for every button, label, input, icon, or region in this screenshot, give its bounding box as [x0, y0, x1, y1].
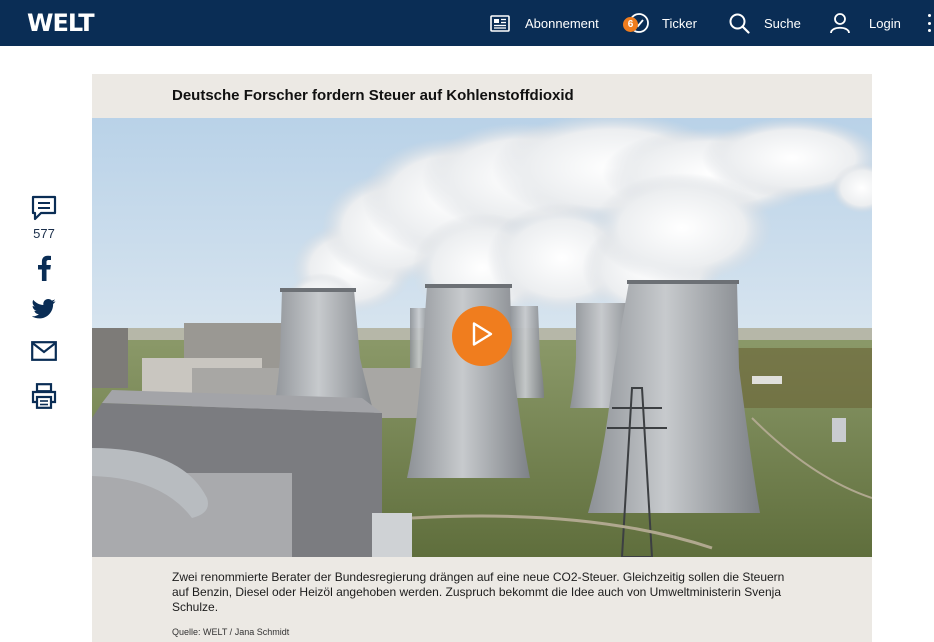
nav-abonnement[interactable]: Abonnement [490, 0, 599, 46]
clock-icon: 6 [623, 12, 650, 34]
mail-icon [31, 340, 57, 366]
video-player[interactable] [92, 118, 872, 557]
welt-logo[interactable]: WELT [27, 9, 95, 37]
print-icon [31, 382, 57, 414]
menu-icon[interactable] [928, 14, 934, 32]
video-caption: Zwei renommierte Berater der Bundesregie… [172, 570, 785, 614]
article-teaser: Deutsche Forscher fordern Steuer auf Koh… [92, 74, 872, 642]
comment-count[interactable]: 577 [22, 226, 66, 241]
search-icon [729, 13, 750, 34]
twitter-icon [31, 298, 56, 324]
play-button[interactable] [452, 306, 512, 366]
ticker-badge: 6 [623, 17, 638, 32]
play-icon [470, 321, 494, 352]
print-button[interactable] [28, 382, 60, 414]
article-headline[interactable]: Deutsche Forscher fordern Steuer auf Koh… [172, 87, 574, 104]
user-icon [829, 12, 851, 34]
comments-button[interactable] [28, 194, 60, 227]
nav-suche-label: Suche [764, 15, 801, 31]
facebook-share-button[interactable] [28, 255, 60, 286]
nav-login-label: Login [869, 15, 901, 31]
nav-login[interactable]: Login [829, 0, 901, 46]
nav-ticker-label: Ticker [662, 15, 697, 31]
facebook-icon [36, 255, 52, 286]
nav-abonnement-label: Abonnement [525, 15, 599, 31]
comment-icon [30, 194, 58, 227]
video-source: Quelle: WELT / Jana Schmidt [172, 627, 290, 637]
nav-suche[interactable]: Suche [729, 0, 801, 46]
nav-ticker[interactable]: 6 Ticker [623, 0, 697, 46]
newspaper-icon [490, 14, 510, 32]
top-header: WELT Abonnement 6 Ticker Suche Login [0, 0, 934, 46]
email-share-button[interactable] [28, 340, 60, 366]
twitter-share-button[interactable] [28, 298, 60, 324]
